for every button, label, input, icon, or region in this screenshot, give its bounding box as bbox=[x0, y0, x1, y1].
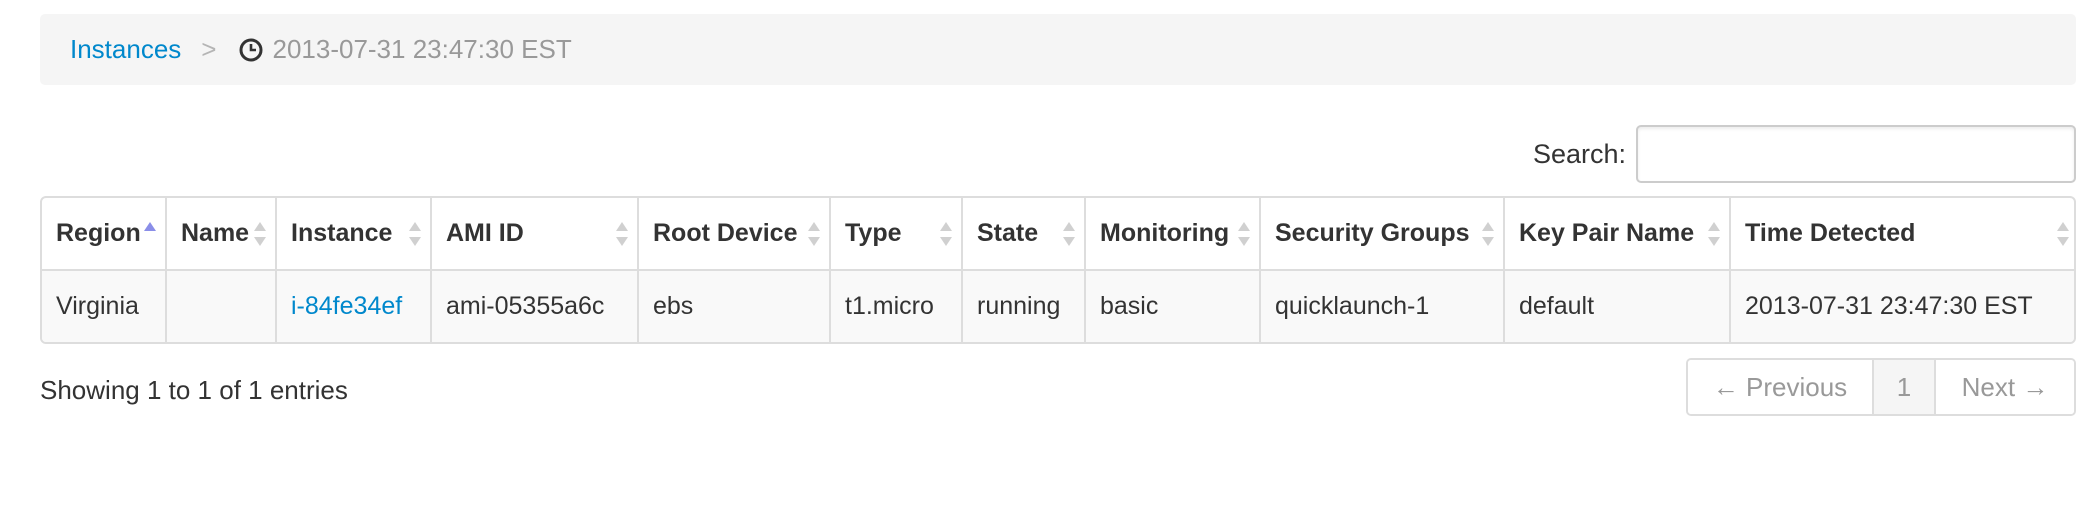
column-header-8[interactable]: Security Groups bbox=[1259, 198, 1504, 270]
next-page-button[interactable]: Next → bbox=[1936, 360, 2074, 414]
sort-icon bbox=[1708, 221, 1720, 246]
column-header-label: Type bbox=[845, 219, 902, 247]
table-header-row: Region Name Instance AMI ID Root Device Type S… bbox=[42, 198, 2074, 270]
sort-icon bbox=[1063, 221, 1075, 246]
sort-icon bbox=[1238, 221, 1250, 246]
instances-table: Region Name Instance AMI ID Root Device Type S… bbox=[40, 196, 2076, 344]
sort-icon bbox=[2057, 221, 2069, 246]
sort-icon bbox=[409, 221, 421, 246]
table-cell-root-device: ebs bbox=[637, 269, 830, 342]
column-header-9[interactable]: Key Pair Name bbox=[1503, 198, 1730, 270]
sort-icon bbox=[254, 221, 266, 246]
table-cell-security-groups: quicklaunch-1 bbox=[1259, 269, 1504, 342]
sort-icon bbox=[1482, 221, 1494, 246]
column-header-label: Key Pair Name bbox=[1519, 219, 1695, 247]
column-header-6[interactable]: State bbox=[961, 198, 1085, 270]
column-header-4[interactable]: Root Device bbox=[637, 198, 830, 270]
column-header-label: State bbox=[977, 219, 1039, 247]
sort-icon bbox=[940, 221, 952, 246]
table-cell-state: running bbox=[961, 269, 1085, 342]
clock-icon bbox=[239, 38, 263, 61]
column-header-3[interactable]: AMI ID bbox=[430, 198, 638, 270]
sort-ascending-icon bbox=[144, 221, 156, 231]
table-body: Virginia i-84fe34ef ami-05355a6c ebs t1.micr… bbox=[42, 269, 2074, 342]
table-cell-instance[interactable]: i-84fe34ef bbox=[275, 269, 431, 342]
column-header-label: AMI ID bbox=[446, 219, 524, 247]
breadcrumb-instances-link[interactable]: Instances bbox=[70, 34, 181, 65]
breadcrumb-separator: > bbox=[201, 34, 217, 64]
column-header-5[interactable]: Type bbox=[829, 198, 962, 270]
table-cell-key-pair-name: default bbox=[1503, 269, 1730, 342]
column-header-7[interactable]: Monitoring bbox=[1084, 198, 1260, 270]
entries-info: Showing 1 to 1 of 1 entries bbox=[40, 375, 348, 405]
page-number-1[interactable]: 1 bbox=[1872, 360, 1936, 414]
column-header-label: Instance bbox=[291, 219, 393, 247]
table-cell-ami-id: ami-05355a6c bbox=[430, 269, 638, 342]
previous-page-button[interactable]: ← Previous bbox=[1688, 360, 1872, 414]
breadcrumb-current: 2013-07-31 23:47:30 EST bbox=[272, 34, 572, 64]
column-header-label: Root Device bbox=[653, 219, 798, 247]
column-header-2[interactable]: Instance bbox=[275, 198, 431, 270]
breadcrumb: Instances > 2013-07-31 23:47:30 EST bbox=[40, 14, 2076, 85]
table-cell-type: t1.micro bbox=[829, 269, 962, 342]
search-input[interactable] bbox=[1636, 125, 2076, 183]
table-cell-name bbox=[165, 269, 276, 342]
search-area: Search: bbox=[1533, 125, 2076, 183]
pagination: ← Previous 1 Next → bbox=[1686, 358, 2076, 416]
column-header-1[interactable]: Name bbox=[165, 198, 276, 270]
column-header-label: Time Detected bbox=[1745, 219, 1916, 247]
sort-icon bbox=[808, 221, 820, 246]
column-header-0[interactable]: Region bbox=[42, 198, 166, 270]
sort-icon bbox=[616, 221, 628, 246]
column-header-label: Security Groups bbox=[1275, 219, 1470, 247]
page: Instances > 2013-07-31 23:47:30 EST Sear… bbox=[0, 0, 2088, 516]
table-cell-region: Virginia bbox=[42, 269, 166, 342]
table-cell-time-detected: 2013-07-31 23:47:30 EST bbox=[1729, 269, 2074, 342]
column-header-10[interactable]: Time Detected bbox=[1729, 198, 2074, 270]
search-label: Search: bbox=[1532, 138, 1626, 169]
table-row: Virginia i-84fe34ef ami-05355a6c ebs t1.micr… bbox=[42, 269, 2074, 342]
column-header-label: Name bbox=[181, 219, 250, 247]
table-cell-monitoring: basic bbox=[1084, 269, 1260, 342]
column-header-label: Monitoring bbox=[1100, 219, 1230, 247]
column-header-label: Region bbox=[56, 219, 141, 247]
